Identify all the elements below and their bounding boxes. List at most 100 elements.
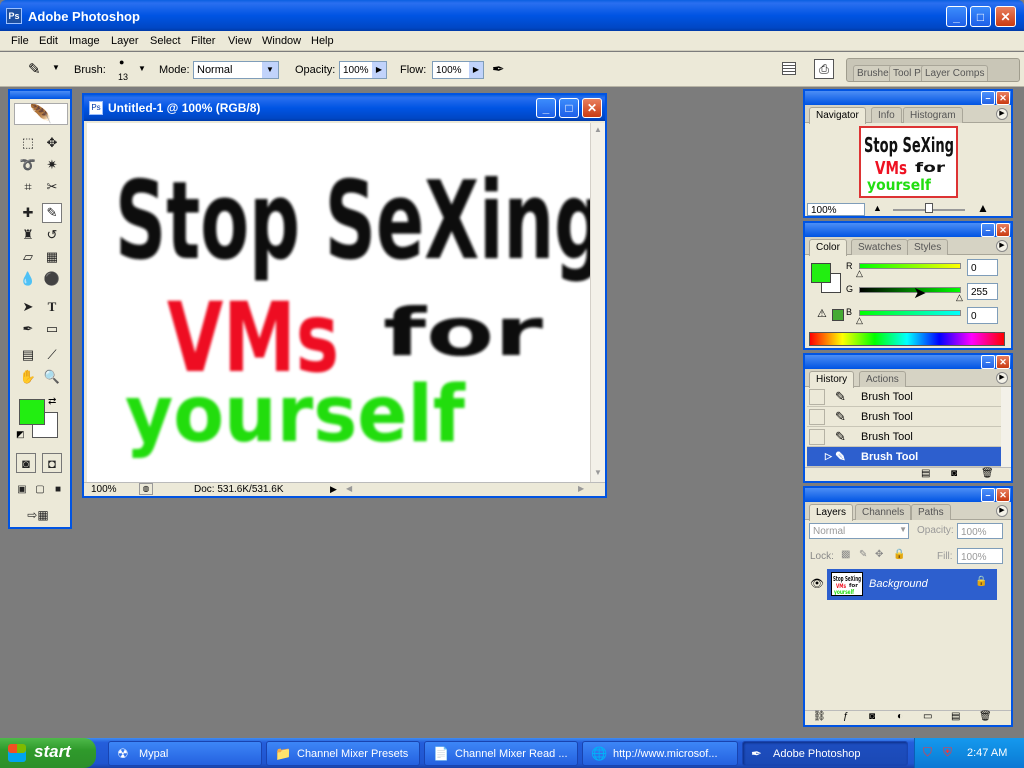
navigator-menu-icon[interactable]: ▶ xyxy=(996,108,1008,120)
menu-window[interactable]: Window xyxy=(262,35,301,47)
standard-screen-mode-icon[interactable]: ▣ xyxy=(14,479,30,499)
tab-histogram[interactable]: Histogram xyxy=(903,107,963,123)
tab-paths[interactable]: Paths xyxy=(911,504,951,520)
menu-edit[interactable]: Edit xyxy=(39,35,58,47)
scroll-up-icon[interactable]: ▲ xyxy=(594,125,602,134)
doc-close-button[interactable]: ✕ xyxy=(582,98,602,118)
zoom-out-icon[interactable]: ▲ xyxy=(873,203,882,213)
b-value-field[interactable]: 0 xyxy=(967,307,998,324)
type-tool-icon[interactable]: T xyxy=(42,297,62,317)
pen-tool-icon[interactable]: ✒ xyxy=(18,319,38,339)
dodge-tool-icon[interactable]: ⚫ xyxy=(42,269,62,289)
color-fg-swatch[interactable] xyxy=(811,263,831,283)
layers-menu-icon[interactable]: ▶ xyxy=(996,505,1008,517)
menu-image[interactable]: Image xyxy=(69,35,100,47)
healing-brush-tool-icon[interactable]: ✚ xyxy=(18,203,38,223)
status-icon[interactable]: ◍ xyxy=(139,483,153,495)
status-menu-arrow-icon[interactable]: ▶ xyxy=(330,484,337,495)
menu-select[interactable]: Select xyxy=(150,35,181,47)
color-close-button[interactable]: ✕ xyxy=(996,223,1010,237)
doc-maximize-button[interactable]: □ xyxy=(559,98,579,118)
slice-tool-icon[interactable]: ✂ xyxy=(42,177,62,197)
eraser-tool-icon[interactable]: ▱ xyxy=(18,247,38,267)
r-slider[interactable] xyxy=(859,263,961,269)
lock-pixels-icon[interactable]: ✎ xyxy=(859,549,867,560)
file-browser-icon[interactable]: ⎙ xyxy=(814,59,834,79)
jump-to-imageready-icon[interactable]: ⇨▦ xyxy=(18,505,58,525)
feather-logo-icon[interactable]: 🪶 xyxy=(14,103,68,125)
foreground-color-swatch[interactable] xyxy=(19,399,45,425)
crop-tool-icon[interactable]: ⌗ xyxy=(18,177,38,197)
color-minimize-button[interactable]: – xyxy=(981,223,995,237)
clone-stamp-tool-icon[interactable]: ♜ xyxy=(18,225,38,245)
trash-icon[interactable]: 🗑 xyxy=(981,468,994,479)
opacity-slider-arrow-icon[interactable]: ▶ xyxy=(372,62,386,78)
new-snapshot-icon[interactable]: ◙ xyxy=(951,468,957,479)
history-menu-icon[interactable]: ▶ xyxy=(996,372,1008,384)
path-selection-tool-icon[interactable]: ➤ xyxy=(18,297,38,317)
menu-file[interactable]: File xyxy=(11,35,29,47)
swap-colors-icon[interactable]: ⇄ xyxy=(48,396,56,407)
g-value-field[interactable]: 255 xyxy=(967,283,998,300)
standard-mode-icon[interactable]: ◙ xyxy=(16,453,36,473)
b-slider-thumb[interactable]: △ xyxy=(856,315,863,326)
move-tool-icon[interactable]: ✥ xyxy=(42,133,62,153)
taskbar-button-channel-mixer-read[interactable]: 📄 Channel Mixer Read ... xyxy=(424,741,578,766)
lasso-tool-icon[interactable]: ➰ xyxy=(18,155,38,175)
eyedropper-tool-icon[interactable]: ⟋ xyxy=(42,345,62,365)
taskbar-button-channel-mixer-presets[interactable]: 📁 Channel Mixer Presets xyxy=(266,741,420,766)
history-state-box[interactable] xyxy=(809,409,825,425)
brush-tip-icon[interactable]: ● xyxy=(119,57,124,67)
palette-menu-icon[interactable] xyxy=(782,62,796,75)
airbrush-icon[interactable]: ✒ xyxy=(492,60,505,78)
navigator-slider-thumb[interactable] xyxy=(925,203,933,213)
network-icon[interactable]: ⛨ xyxy=(943,745,952,760)
security-shield-icon[interactable]: ⛉ xyxy=(923,745,932,760)
marquee-tool-icon[interactable]: ⬚ xyxy=(18,133,38,153)
g-slider-thumb[interactable]: △ xyxy=(956,292,963,303)
tab-swatches[interactable]: Swatches xyxy=(851,239,909,255)
eye-visibility-icon[interactable]: 👁 xyxy=(807,569,827,600)
tab-styles[interactable]: Styles xyxy=(907,239,949,255)
zoom-field[interactable]: 100% xyxy=(91,484,117,495)
history-brush-tool-icon[interactable]: ↺ xyxy=(42,225,62,245)
new-document-from-state-icon[interactable]: ▤ xyxy=(921,468,930,479)
scroll-left-icon[interactable]: ◀ xyxy=(346,484,352,493)
tab-history[interactable]: History xyxy=(809,371,855,388)
magic-wand-tool-icon[interactable]: ✷ xyxy=(42,155,62,175)
navigator-minimize-button[interactable]: – xyxy=(981,91,995,105)
shape-tool-icon[interactable]: ▭ xyxy=(42,319,62,339)
navigator-thumbnail[interactable]: Stop SeXing VMs for yourself xyxy=(859,126,958,198)
menu-layer[interactable]: Layer xyxy=(111,35,139,47)
layer-style-icon[interactable]: ƒ xyxy=(843,711,849,722)
color-spectrum-bar[interactable] xyxy=(809,332,1005,346)
color-menu-icon[interactable]: ▶ xyxy=(996,240,1008,252)
full-screen-menu-mode-icon[interactable]: ▢ xyxy=(32,479,48,499)
well-tab-brushes[interactable]: Brushe xyxy=(853,65,893,81)
zoom-in-icon[interactable]: ▲ xyxy=(977,201,989,215)
layers-close-button[interactable]: ✕ xyxy=(996,488,1010,502)
layer-opacity-field[interactable]: 100% xyxy=(957,523,1003,539)
adjustment-layer-icon[interactable]: ◐ xyxy=(897,711,903,722)
zoom-tool-icon[interactable]: 🔍 xyxy=(42,367,62,387)
history-state-box[interactable] xyxy=(809,429,825,445)
history-item[interactable]: ✎ Brush Tool xyxy=(807,387,1001,407)
layer-mask-icon[interactable]: ◙ xyxy=(869,711,875,722)
vertical-scrollbar[interactable]: ▲ ▼ xyxy=(590,123,605,482)
delete-layer-icon[interactable]: 🗑 xyxy=(979,711,992,722)
opacity-field[interactable]: 100% ▶ xyxy=(339,61,387,79)
history-state-box[interactable] xyxy=(809,389,825,405)
fill-field[interactable]: 100% xyxy=(957,548,1003,564)
layer-name[interactable]: Background xyxy=(869,578,928,590)
lock-position-icon[interactable]: ✥ xyxy=(875,549,883,560)
tab-actions[interactable]: Actions xyxy=(859,371,906,387)
navigator-close-button[interactable]: ✕ xyxy=(996,91,1010,105)
taskbar-button-photoshop[interactable]: ✒ Adobe Photoshop xyxy=(742,741,908,766)
taskbar-button-browser[interactable]: 🌐 http://www.microsof... xyxy=(582,741,738,766)
tab-layers[interactable]: Layers xyxy=(809,504,854,521)
brush-dropdown-icon[interactable]: ▼ xyxy=(138,64,146,73)
b-slider[interactable] xyxy=(859,310,961,316)
full-screen-mode-icon[interactable]: ■ xyxy=(50,479,66,499)
doc-minimize-button[interactable]: _ xyxy=(536,98,556,118)
r-value-field[interactable]: 0 xyxy=(967,259,998,276)
